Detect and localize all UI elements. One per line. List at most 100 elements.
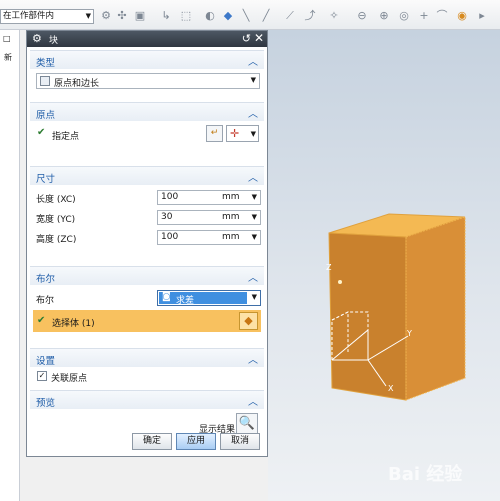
target-icon[interactable]: ⊕ (378, 10, 390, 22)
target-icon[interactable]: ◎ (398, 10, 410, 22)
length-label: 长度 (XC) (36, 195, 76, 205)
apply-button[interactable]: 应用 (176, 433, 216, 450)
body-select-button[interactable]: ◆ (239, 312, 258, 330)
box-select-icon[interactable]: ⬚ (180, 10, 192, 22)
section-type-header[interactable]: 类型 ︿ (30, 51, 264, 69)
chevron-up-icon: ︿ (248, 273, 258, 284)
select-body-label: 选择体 (1) (52, 319, 95, 329)
snap-icon[interactable]: ⚙ (100, 10, 112, 22)
chevron-down-icon: ▼ (251, 213, 257, 221)
width-unit: mm (222, 212, 240, 222)
width-field[interactable]: 30 mm ▼ (157, 210, 261, 225)
chevron-up-icon: ︿ (248, 397, 258, 408)
width-value: 30 (161, 212, 173, 222)
globe-icon[interactable]: ◉ (456, 10, 468, 22)
specify-point-label: 指定点 (52, 132, 80, 142)
left-resource-strip: □ 新 (0, 30, 20, 501)
type-dropdown[interactable]: 原点和边长 ▼ (36, 73, 260, 89)
square-icon[interactable]: □ (3, 34, 11, 43)
section-type: 类型 ︿ 原点和边长 ▼ (30, 50, 264, 94)
top-toolbar: 在工作部件内 ▼ ⚙ ✣ ▣ ↳ ⬚ ◐ ◆ ╲ ╱ ⟋ ⤴ ✧ ⊖ ⊕ ◎ +… (0, 0, 500, 30)
close-icon[interactable]: ✕ (254, 31, 264, 45)
watermark-logo: Bai 经验 (388, 464, 463, 485)
line-icon[interactable]: ╱ (260, 10, 272, 22)
reset-icon[interactable]: ↺ (242, 32, 251, 45)
section-settings-title: 设置 (36, 356, 56, 367)
chevron-down-icon: ▼ (251, 233, 257, 241)
boolean-dropdown-value: 求差 (176, 296, 195, 306)
associative-origin-checkbox[interactable]: ✓ (37, 371, 47, 381)
selection-scope-dropdown[interactable]: 在工作部件内 ▼ (0, 9, 94, 24)
cancel-button[interactable]: 取消 (220, 433, 260, 450)
select-body-row[interactable]: ✔ 选择体 (1) ◆ (33, 310, 261, 332)
section-origin: 原点 ︿ ✔ 指定点 ↵ ✛ ▼ (30, 102, 264, 158)
boolean-label: 布尔 (36, 296, 55, 306)
ok-button[interactable]: 确定 (132, 433, 172, 450)
show-result-button[interactable]: 🔍 (236, 413, 258, 435)
check-icon: ✔ (37, 127, 46, 138)
dialog-body: 类型 ︿ 原点和边长 ▼ 原点 ︿ ✔ 指定点 ↵ ✛ ▼ 尺寸 ︿ 长度 (X… (30, 50, 264, 454)
section-settings: 设置 ︿ ✓ 关联原点 (30, 348, 264, 386)
block-preview-graphic (328, 213, 466, 401)
crosshair-icon: ✛ (230, 127, 240, 140)
section-boolean-title: 布尔 (36, 274, 56, 285)
line-icon[interactable]: ⤴ (304, 10, 316, 22)
chevron-down-icon: ▼ (251, 293, 257, 301)
boolean-dropdown[interactable]: ◙ 求差 ▼ (157, 290, 261, 306)
section-preview-header[interactable]: 预览 ︿ (30, 391, 264, 409)
section-origin-title: 原点 (36, 110, 56, 121)
plus-icon[interactable]: + (418, 10, 430, 22)
line-icon[interactable]: ╲ (240, 10, 252, 22)
block-side-face (405, 216, 466, 401)
section-dimensions-header[interactable]: 尺寸 ︿ (30, 167, 264, 185)
chevron-up-icon: ︿ (248, 57, 258, 68)
type-dropdown-icon (40, 76, 50, 86)
x-axis-label: X (388, 384, 394, 393)
length-unit: mm (222, 192, 240, 202)
section-dimensions-title: 尺寸 (36, 174, 56, 185)
associative-origin-label: 关联原点 (51, 374, 88, 384)
circle-icon[interactable]: ⊖ (356, 10, 368, 22)
chevron-down-icon: ▼ (250, 76, 256, 84)
width-label: 宽度 (YC) (36, 215, 76, 225)
left-strip-label[interactable]: 新 (4, 52, 12, 63)
gear-icon: ⚙ (32, 32, 42, 45)
select-icon[interactable]: ▣ (134, 10, 146, 22)
origin-marker (338, 280, 342, 284)
type-dropdown-value: 原点和边长 (54, 79, 100, 89)
chevron-up-icon: ︿ (248, 173, 258, 184)
chevron-up-icon: ︿ (248, 109, 258, 120)
section-dimensions: 尺寸 ︿ 长度 (XC) 100 mm ▼ 宽度 (YC) 30 mm ▼ 高度… (30, 166, 264, 258)
section-preview-title: 预览 (36, 398, 56, 409)
height-label: 高度 (ZC) (36, 235, 77, 245)
point-icon[interactable]: ↳ (160, 10, 172, 22)
filter-icon[interactable]: ✣ (116, 10, 128, 22)
line-icon[interactable]: ✧ (328, 10, 340, 22)
z-axis-label: Z (326, 263, 332, 272)
section-boolean: 布尔 ︿ 布尔 ◙ 求差 ▼ ✔ 选择体 (1) ◆ (30, 266, 264, 342)
selection-scope-value: 在工作部件内 (3, 11, 55, 21)
more-icon[interactable]: ▸ (476, 10, 488, 22)
dialog-title: 块 (49, 36, 59, 46)
length-value: 100 (161, 192, 179, 202)
section-boolean-header[interactable]: 布尔 ︿ (30, 267, 264, 285)
height-field[interactable]: 100 mm ▼ (157, 230, 261, 245)
subtract-icon: ◙ (162, 292, 171, 302)
y-axis-label: Y (407, 329, 412, 338)
section-settings-header[interactable]: 设置 ︿ (30, 349, 264, 367)
chevron-up-icon: ︿ (248, 355, 258, 366)
chevron-down-icon: ▼ (250, 130, 256, 138)
point-dialog-button[interactable]: ↵ (206, 125, 223, 142)
check-icon: ✔ (37, 315, 46, 326)
arc-icon[interactable]: ⌒ (436, 10, 448, 22)
dialog-titlebar[interactable]: ⚙ 块 ↺ ✕ (27, 31, 267, 47)
chevron-down-icon: ▼ (85, 12, 91, 20)
section-origin-header[interactable]: 原点 ︿ (30, 103, 264, 121)
cube-icon[interactable]: ◆ (222, 10, 234, 22)
point-type-dropdown[interactable]: ✛ ▼ (226, 125, 259, 142)
section-type-title: 类型 (36, 58, 56, 69)
length-field[interactable]: 100 mm ▼ (157, 190, 261, 205)
graphics-viewport[interactable]: Z Y X Bai 经验 (268, 30, 500, 501)
line-icon[interactable]: ⟋ (284, 10, 296, 22)
view-icon[interactable]: ◐ (204, 10, 216, 22)
